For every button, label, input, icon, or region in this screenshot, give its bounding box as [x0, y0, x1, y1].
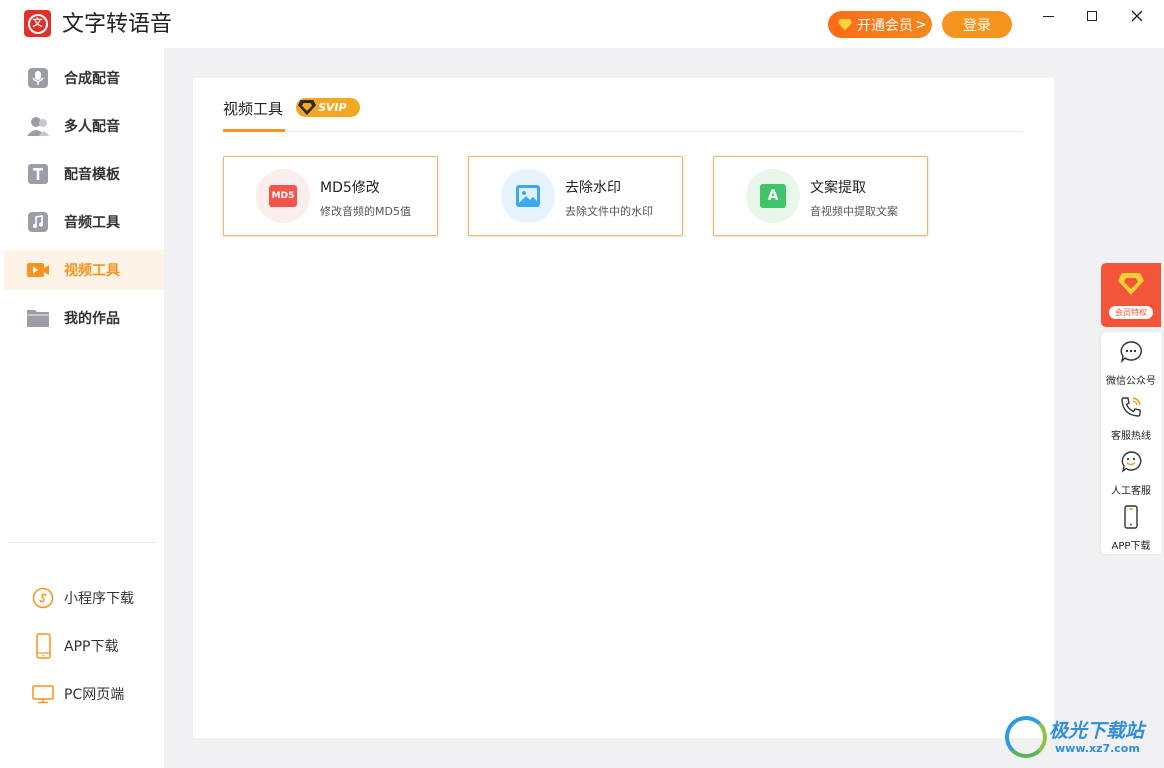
main-area: 视频工具 SVIP MD5 MD5修改 修改音频的MD5值 去除水印 去除文件中…: [164, 48, 1164, 768]
float-item-label: 微信公众号: [1106, 376, 1156, 387]
close-icon: [1131, 10, 1143, 22]
wechat-official-account-button[interactable]: 微信公众号: [1101, 336, 1161, 388]
chat-bubble-icon: [1119, 340, 1143, 364]
close-button[interactable]: [1125, 6, 1149, 26]
sidebar: 合成配音 多人配音 配音模板 音频工具 视频工具 我的作品 小程序下载 APP下…: [0, 48, 164, 768]
float-item-label: 客服热线: [1111, 431, 1151, 442]
app-download-label: APP下载: [64, 639, 119, 655]
video-tools-panel: 视频工具 SVIP MD5 MD5修改 修改音频的MD5值 去除水印 去除文件中…: [193, 78, 1054, 738]
watermark-url: www.xz7.com: [1055, 742, 1140, 755]
title-bar: 文 文字转语音 开通会员 > 登录: [0, 0, 1164, 48]
md5-icon: MD5: [256, 169, 310, 223]
mobile-icon: [1119, 505, 1143, 529]
text-extract-icon: A: [746, 169, 800, 223]
float-bar: 微信公众号 客服热线 人工客服 APP下载: [1101, 332, 1161, 554]
app-logo-char: 文: [27, 13, 48, 34]
app-title: 文字转语音: [62, 12, 173, 37]
sidebar-item-my-works[interactable]: 我的作品: [4, 298, 164, 338]
folder-icon: [26, 307, 50, 329]
maximize-button[interactable]: [1080, 6, 1104, 26]
text-extract-card[interactable]: A 文案提取 音视频中提取文案: [713, 156, 928, 236]
site-watermark: 极光下载站 www.xz7.com: [1005, 712, 1155, 762]
mini-program-download-label: 小程序下载: [64, 591, 134, 607]
music-note-icon: [26, 211, 50, 233]
users-icon: [26, 115, 50, 137]
minimize-button[interactable]: [1036, 6, 1060, 26]
card-title: 去除水印: [565, 180, 621, 196]
sidebar-item-label: 视频工具: [64, 263, 120, 279]
mini-program-download-link[interactable]: 小程序下载: [30, 583, 134, 613]
monitor-icon: [30, 681, 56, 707]
service-hotline-button[interactable]: 客服热线: [1101, 391, 1161, 443]
card-title: 文案提取: [810, 180, 866, 196]
member-privileges-label: 会员特权: [1109, 306, 1153, 319]
phone-icon: [30, 633, 56, 659]
human-support-button[interactable]: 人工客服: [1101, 446, 1161, 498]
member-privileges-button[interactable]: 会员特权: [1101, 263, 1161, 327]
chevron-right-icon: >: [915, 16, 927, 33]
open-vip-label: 开通会员: [857, 17, 913, 34]
video-camera-icon: [26, 259, 50, 281]
sidebar-item-label: 多人配音: [64, 119, 120, 135]
image-icon: [501, 169, 555, 223]
tab-video-tools[interactable]: 视频工具: [223, 98, 286, 132]
sidebar-item-label: 我的作品: [64, 311, 120, 327]
float-item-label: 人工客服: [1111, 486, 1151, 497]
sidebar-item-synthesis[interactable]: 合成配音: [4, 58, 164, 98]
microphone-icon: [26, 67, 50, 89]
card-desc: 修改音频的MD5值: [320, 205, 411, 218]
pc-web-link[interactable]: PC网页端: [30, 679, 124, 709]
card-desc: 音视频中提取文案: [810, 205, 898, 218]
sidebar-item-video-tools[interactable]: 视频工具: [4, 250, 164, 290]
tab-header: 视频工具 SVIP: [223, 98, 1023, 132]
open-vip-button[interactable]: 开通会员 >: [828, 11, 932, 38]
sidebar-item-audio-tools[interactable]: 音频工具: [4, 202, 164, 242]
watermark-name: 极光下载站: [1049, 720, 1145, 742]
phone-call-icon: [1119, 395, 1143, 419]
minimize-icon: [1042, 15, 1054, 17]
maximize-icon: [1087, 11, 1097, 21]
mini-program-icon: [30, 585, 56, 611]
login-button[interactable]: 登录: [942, 11, 1012, 38]
watermark-logo-icon: [1005, 716, 1047, 758]
svip-badge: SVIP: [296, 98, 360, 117]
pc-web-label: PC网页端: [64, 687, 125, 703]
card-desc: 去除文件中的水印: [565, 205, 653, 218]
sidebar-item-multi-voice[interactable]: 多人配音: [4, 106, 164, 146]
svip-label: SVIP: [318, 101, 347, 114]
smile-chat-icon: [1119, 450, 1143, 474]
card-title: MD5修改: [320, 180, 380, 196]
sidebar-item-label: 音频工具: [64, 215, 120, 231]
sidebar-item-label: 配音模板: [64, 167, 120, 183]
app-logo-icon: 文: [24, 10, 51, 37]
sidebar-item-templates[interactable]: 配音模板: [4, 154, 164, 194]
template-icon: [26, 163, 50, 185]
sidebar-item-label: 合成配音: [64, 71, 120, 87]
float-app-download-button[interactable]: APP下载: [1101, 501, 1161, 553]
app-download-link[interactable]: APP下载: [30, 631, 118, 661]
sidebar-divider: [8, 542, 156, 543]
remove-watermark-card[interactable]: 去除水印 去除文件中的水印: [468, 156, 683, 236]
diamond-icon: [838, 18, 852, 31]
float-item-label: APP下载: [1111, 541, 1151, 552]
md5-modify-card[interactable]: MD5 MD5修改 修改音频的MD5值: [223, 156, 438, 236]
